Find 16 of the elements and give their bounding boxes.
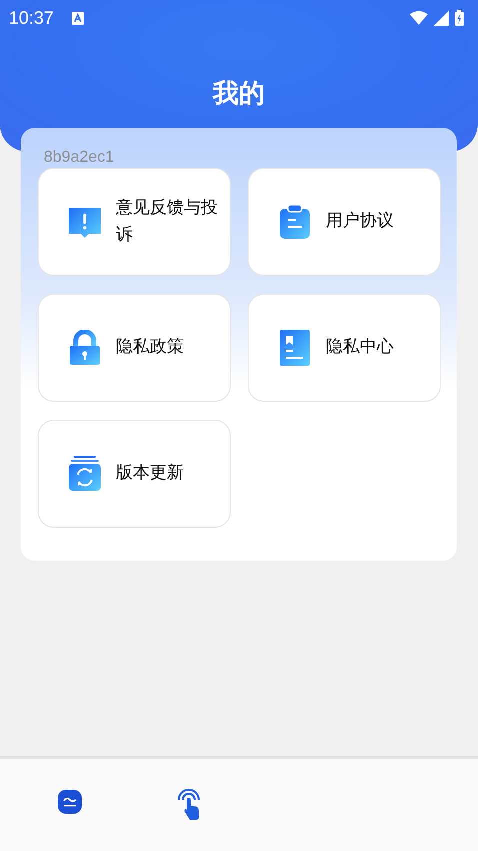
menu-tile[interactable]: 隐私中心 — [248, 294, 441, 402]
menu-tile[interactable]: 意见反馈与投诉 — [38, 168, 231, 276]
lock-icon — [67, 330, 103, 366]
menu-tile[interactable]: 隐私政策 — [38, 294, 231, 402]
document-icon — [277, 330, 313, 366]
battery-icon — [455, 10, 464, 26]
menu-tile[interactable]: 版本更新 — [38, 420, 231, 528]
signal-icon — [434, 10, 449, 26]
page-title: 我的 — [213, 78, 265, 111]
user-id: 8b9a2ec1 — [44, 148, 116, 167]
clipboard-icon — [277, 204, 313, 240]
wifi-icon — [410, 11, 428, 25]
keyboard-icon — [72, 12, 84, 24]
refresh-icon — [67, 456, 103, 492]
status-time: 10:37 — [9, 8, 54, 28]
menu-tile[interactable]: 用户协议 — [248, 168, 441, 276]
